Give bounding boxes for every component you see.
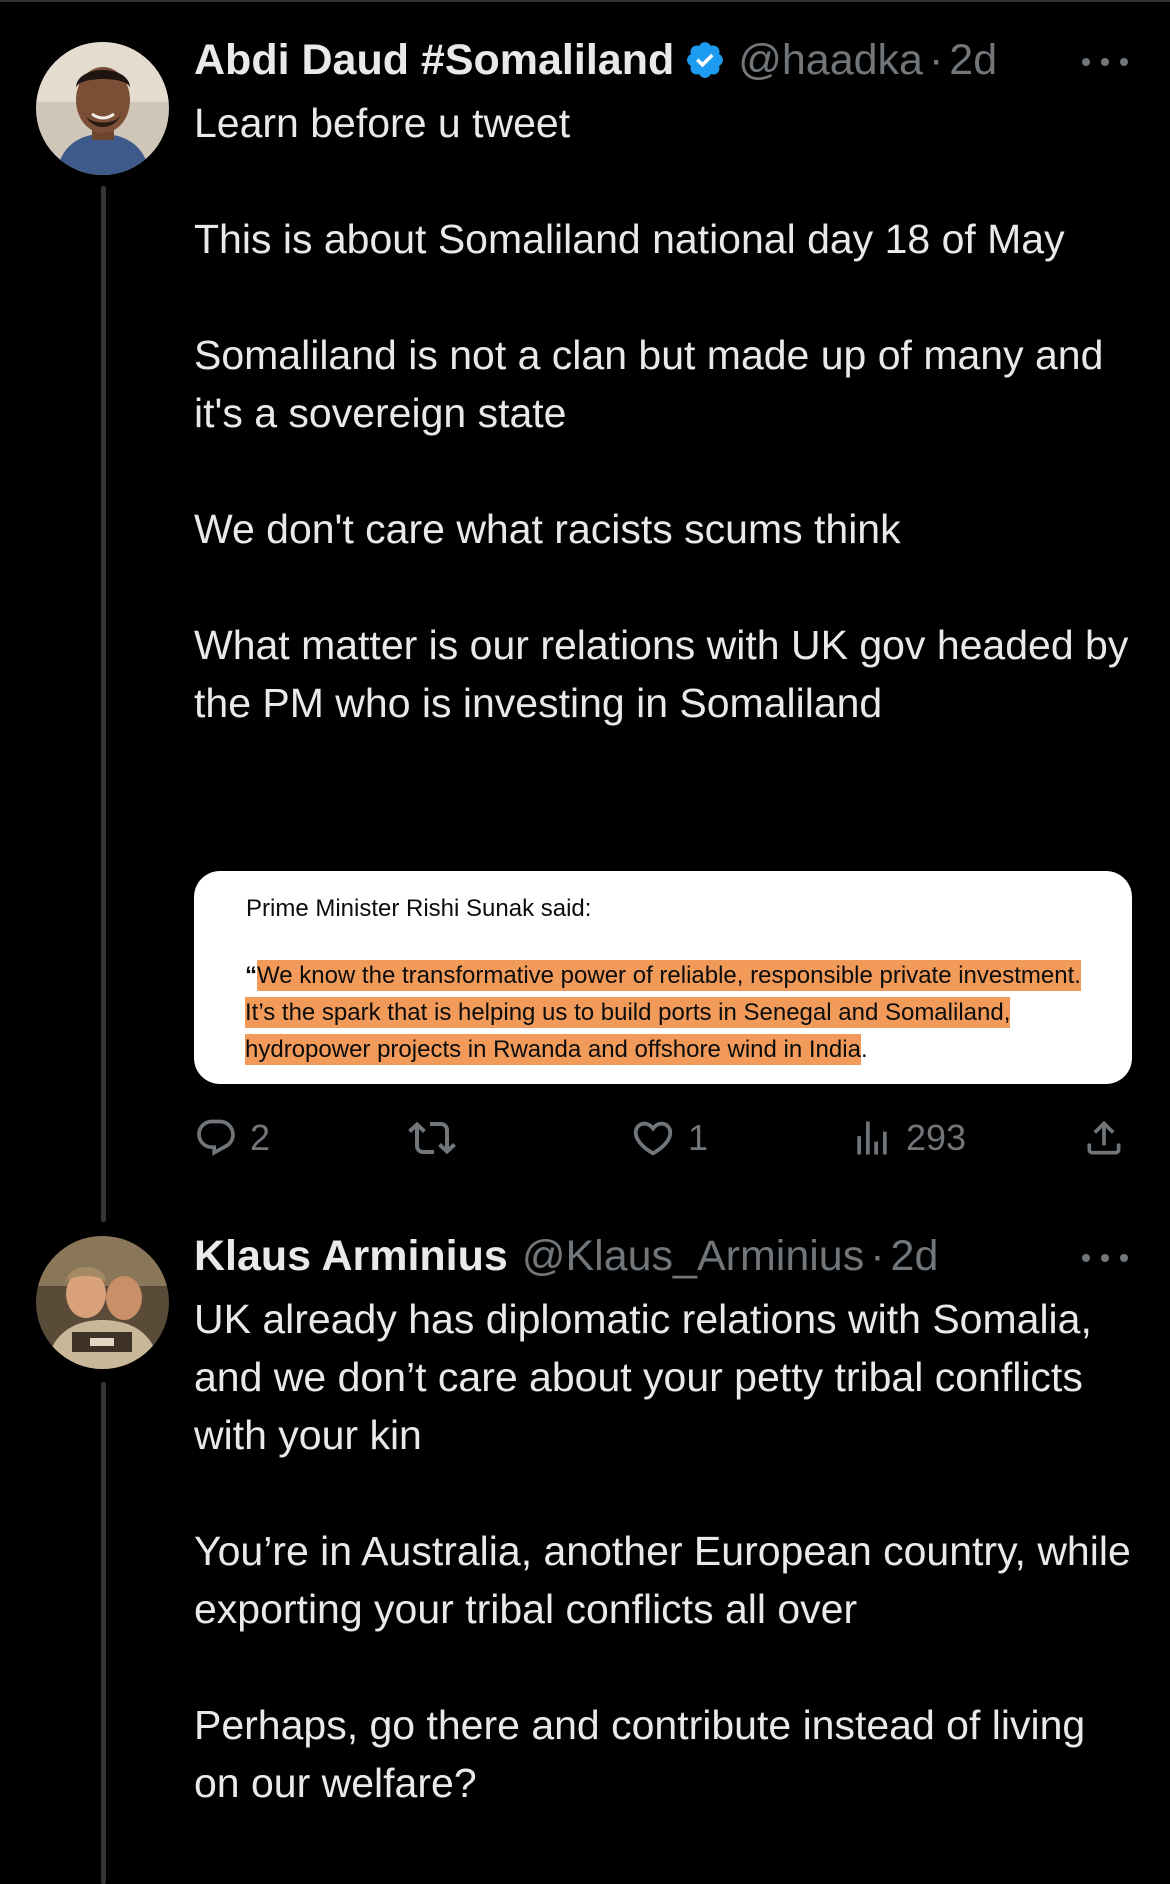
thread-connector-line — [101, 186, 106, 1222]
more-horizontal-icon[interactable] — [1082, 56, 1128, 68]
timestamp[interactable]: 2d — [891, 1229, 939, 1283]
timestamp[interactable]: 2d — [949, 33, 997, 87]
tweet-text: UK already has diplomatic relations with… — [194, 1290, 1134, 1812]
top-divider — [0, 0, 1170, 2]
tweet-header: Abdi Daud #Somaliland @haadka · 2d — [194, 33, 997, 87]
avatar[interactable] — [36, 1236, 169, 1369]
tweet-media-image[interactable]: Prime Minister Rishi Sunak said: “We kno… — [194, 871, 1132, 1084]
quote-highlight: We know the transformative power of reli… — [245, 960, 1081, 1065]
thread-connector-line — [101, 1382, 106, 1884]
handle[interactable]: @haadka — [738, 33, 923, 87]
heart-icon — [630, 1115, 676, 1161]
avatar-photo — [36, 1236, 169, 1369]
tweet-paragraph: What matter is our relations with UK gov… — [194, 622, 1129, 726]
share-button[interactable] — [1082, 1110, 1126, 1166]
views-button[interactable]: 293 — [850, 1110, 966, 1166]
more-horizontal-icon[interactable] — [1082, 1252, 1128, 1264]
reply-icon — [194, 1116, 238, 1160]
tweet-action-bar: 2 1 293 — [194, 1110, 1134, 1166]
display-name[interactable]: Abdi Daud #Somaliland — [194, 33, 674, 87]
tweet-paragraph: We don't care what racists scums think — [194, 506, 901, 552]
reply-button[interactable]: 2 — [194, 1110, 270, 1166]
reply-count: 2 — [250, 1117, 271, 1158]
like-count: 1 — [688, 1117, 709, 1158]
quote-attribution: Prime Minister Rishi Sunak said: — [246, 895, 592, 922]
open-quote-mark: “ — [245, 962, 257, 989]
separator-dot: · — [928, 36, 944, 84]
avatar-photo — [36, 42, 169, 175]
like-button[interactable]: 1 — [630, 1110, 708, 1166]
retweet-icon — [408, 1114, 456, 1162]
quote-end: . — [860, 1036, 868, 1063]
handle[interactable]: @Klaus_Arminius — [522, 1229, 864, 1283]
retweet-button[interactable] — [408, 1110, 468, 1166]
separator-dot: · — [870, 1232, 885, 1280]
display-name[interactable]: Klaus Arminius — [194, 1229, 508, 1283]
avatar[interactable] — [36, 42, 169, 175]
tweet-text: Learn before u tweet This is about Somal… — [194, 94, 1134, 732]
tweet-paragraph: This is about Somaliland national day 18… — [194, 216, 1065, 262]
highlighted-quote: “We know the transformative power of rel… — [245, 957, 1105, 1068]
verified-badge-icon — [684, 39, 726, 81]
share-icon — [1082, 1116, 1126, 1160]
tweet-header: Klaus Arminius @Klaus_Arminius · 2d — [194, 1229, 938, 1283]
tweet-paragraph: Learn before u tweet — [194, 100, 571, 146]
views-count: 293 — [906, 1117, 967, 1158]
tweet-paragraph: UK already has diplomatic relations with… — [194, 1296, 1092, 1458]
tweet-paragraph: Somaliland is not a clan but made up of … — [194, 332, 1104, 436]
tweet-paragraph: You’re in Australia, another European co… — [194, 1528, 1131, 1632]
views-icon — [850, 1116, 894, 1160]
tweet-paragraph: Perhaps, go there and contribute instead… — [194, 1702, 1086, 1806]
